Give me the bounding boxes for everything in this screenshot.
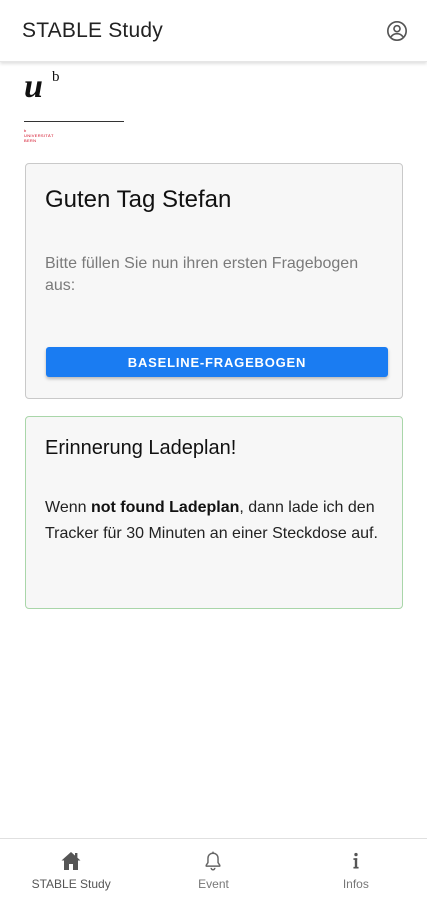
nav-label-stable-study: STABLE Study	[31, 877, 111, 891]
account-button[interactable]	[385, 19, 409, 43]
reminder-card: Erinnerung Ladeplan! Wenn not found Lade…	[25, 416, 403, 609]
nav-label-event: Event	[198, 877, 229, 891]
home-icon	[61, 852, 81, 870]
greeting-card: Guten Tag Stefan Bitte füllen Sie nun ih…	[25, 163, 403, 399]
nav-item-event[interactable]: Event	[142, 839, 284, 900]
greeting-text: Bitte füllen Sie nun ihren ersten Frageb…	[45, 255, 359, 294]
reminder-title: Erinnerung Ladeplan!	[45, 437, 237, 459]
nav-item-stable-study[interactable]: STABLE Study	[0, 839, 142, 900]
account-circle-icon	[387, 20, 407, 41]
nav-label-infos: Infos	[342, 877, 369, 891]
logo-divider	[24, 121, 124, 122]
app-screen: STABLE Study u b b UNIVERSITÄT BERN Gute…	[0, 0, 427, 900]
university-logo: u b b UNIVERSITÄT BERN	[24, 70, 126, 150]
logo-letter: u	[24, 68, 43, 105]
reminder-text: Wenn not found Ladeplan, dann lade ich d…	[45, 499, 378, 542]
logo-wordmark: b UNIVERSITÄT BERN	[24, 128, 54, 143]
greeting-title: Guten Tag Stefan	[45, 186, 232, 213]
info-icon	[353, 852, 359, 869]
bottom-navigation: STABLE Study Event Infos	[0, 838, 427, 900]
baseline-questionnaire-button[interactable]: BASELINE-FRAGEBOGEN	[46, 347, 388, 377]
bell-icon	[205, 851, 222, 871]
app-bar: STABLE Study	[0, 0, 427, 62]
app-title: STABLE Study	[22, 18, 163, 42]
reminder-plan-name: not found Ladeplan	[90, 499, 240, 516]
logo-superscript: b	[52, 69, 60, 85]
nav-item-infos[interactable]: Infos	[285, 839, 427, 900]
